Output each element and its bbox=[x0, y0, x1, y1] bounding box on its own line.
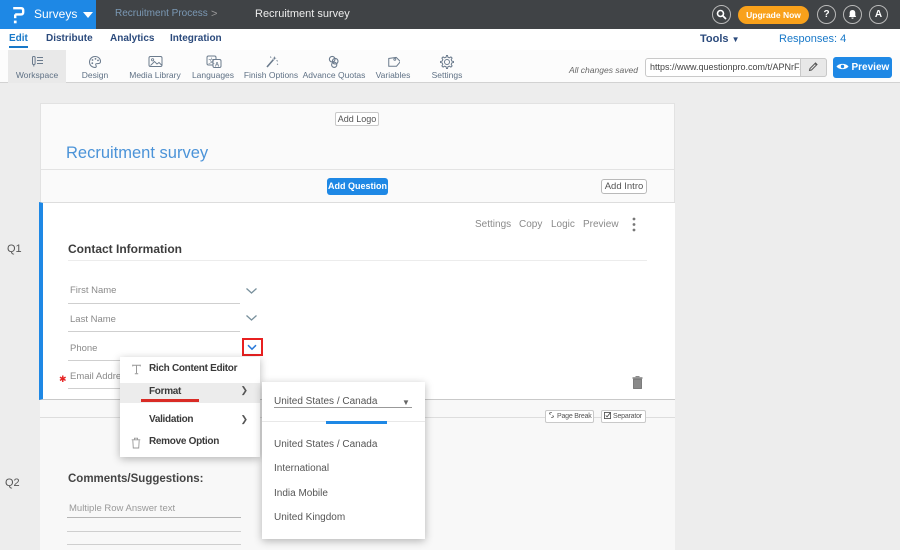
svg-text:A: A bbox=[215, 62, 220, 68]
